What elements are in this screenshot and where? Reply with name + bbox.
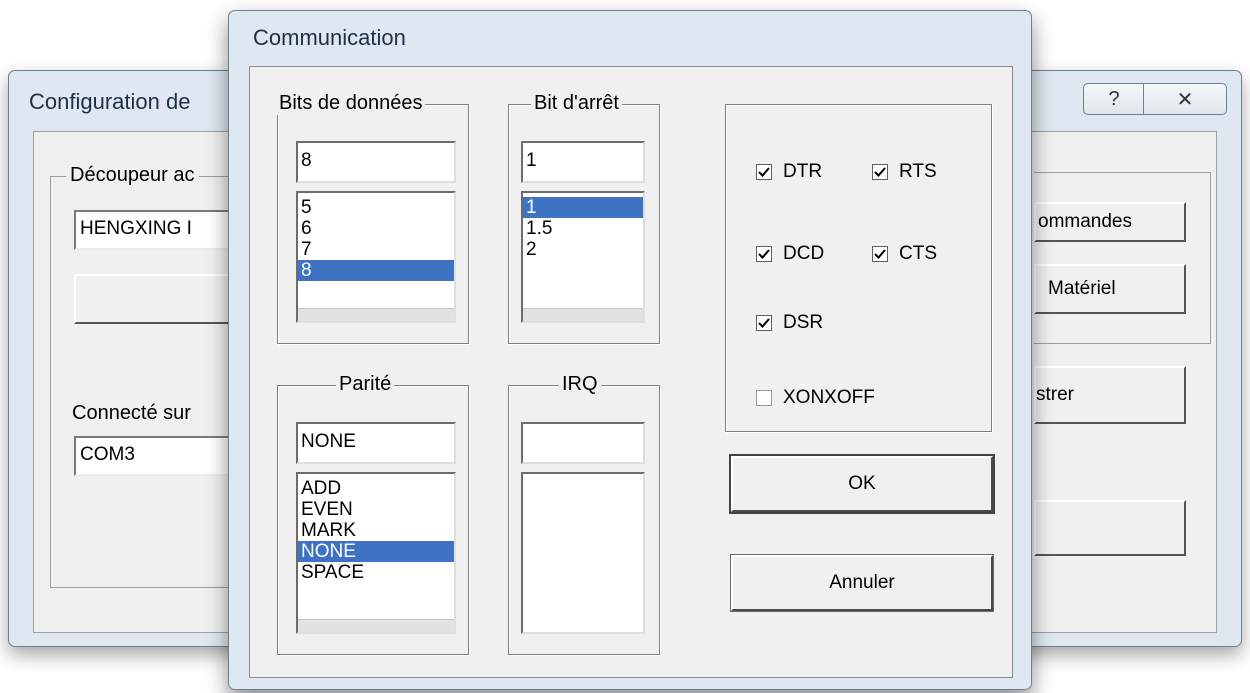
signals-group: DTR RTS DCD CTS DSR XONXOFF xyxy=(725,104,992,432)
checkbox-box xyxy=(756,390,772,406)
list-scrollbar[interactable] xyxy=(298,308,454,321)
rts-label: RTS xyxy=(899,161,937,182)
register-button-label: strer xyxy=(1036,384,1074,405)
hardware-button-label: Matériel xyxy=(1048,278,1116,299)
stop-bit-group: Bit d'arrêt 1 1 1.5 2 xyxy=(508,92,660,344)
parity-input[interactable]: NONE xyxy=(296,422,456,464)
commands-button-label: ommandes xyxy=(1038,211,1132,232)
dcd-label: DCD xyxy=(783,243,825,264)
dcd-checkbox[interactable]: DCD xyxy=(756,243,824,265)
checkbox-box xyxy=(872,246,888,262)
irq-group: IRQ xyxy=(508,373,660,655)
dsr-label: DSR xyxy=(783,312,824,333)
cancel-button[interactable]: Annuler xyxy=(730,554,994,612)
list-scrollbar[interactable] xyxy=(523,308,643,321)
dialog-client: Bits de données 8 5 6 7 8 Bit d'arrêt 1 … xyxy=(249,66,1013,678)
dsr-checkbox[interactable]: DSR xyxy=(756,312,823,334)
list-item[interactable]: EVEN xyxy=(298,499,454,520)
list-scrollbar[interactable] xyxy=(298,619,454,632)
parity-label: Parité xyxy=(336,373,395,396)
list-item[interactable]: 7 xyxy=(298,239,454,260)
checkbox-box xyxy=(872,164,888,180)
irq-list[interactable] xyxy=(521,472,645,634)
data-bits-group: Bits de données 8 5 6 7 8 xyxy=(276,92,469,344)
commands-button[interactable]: ommandes xyxy=(1034,202,1186,242)
checkbox-box xyxy=(756,164,772,180)
list-item[interactable]: SPACE xyxy=(298,562,454,583)
right-blank-button[interactable] xyxy=(1034,500,1186,556)
right-group xyxy=(1034,172,1211,344)
register-button[interactable]: strer xyxy=(1034,366,1186,424)
irq-input[interactable] xyxy=(521,422,645,464)
list-item[interactable]: ADD xyxy=(298,478,454,499)
dtr-checkbox[interactable]: DTR xyxy=(756,161,822,183)
xonxoff-checkbox[interactable]: XONXOFF xyxy=(756,387,875,409)
help-icon: ? xyxy=(1108,87,1120,110)
stop-bit-label: Bit d'arrêt xyxy=(531,92,622,115)
help-button[interactable]: ? xyxy=(1083,83,1145,115)
xonxoff-label: XONXOFF xyxy=(783,387,875,408)
list-item[interactable]: 5 xyxy=(298,197,454,218)
list-item-selected[interactable]: NONE xyxy=(298,541,454,562)
cancel-button-label: Annuler xyxy=(829,572,895,593)
background-window-title: Configuration de xyxy=(29,89,191,114)
checkbox-box xyxy=(756,315,772,331)
list-item-selected[interactable]: 8 xyxy=(298,260,454,281)
list-item[interactable]: 6 xyxy=(298,218,454,239)
data-bits-label: Bits de données xyxy=(276,92,426,115)
cutter-group-label: Découpeur ac xyxy=(66,164,199,187)
stop-bit-input[interactable]: 1 xyxy=(521,141,645,183)
rts-checkbox[interactable]: RTS xyxy=(872,161,937,183)
checkbox-box xyxy=(756,246,772,262)
connected-label: Connecté sur xyxy=(72,402,191,424)
cts-label: CTS xyxy=(899,243,937,264)
list-item[interactable]: MARK xyxy=(298,520,454,541)
close-button[interactable]: ✕ xyxy=(1143,83,1227,115)
dialog-title: Communication xyxy=(253,25,406,50)
parity-group: Parité NONE ADD EVEN MARK NONE SPACE xyxy=(277,373,469,655)
close-icon: ✕ xyxy=(1176,88,1194,111)
stop-bit-list[interactable]: 1 1.5 2 xyxy=(521,191,645,323)
communication-dialog: Communication Bits de données 8 5 6 7 8 … xyxy=(228,10,1032,690)
cts-checkbox[interactable]: CTS xyxy=(872,243,937,265)
data-bits-list[interactable]: 5 6 7 8 xyxy=(296,191,456,323)
ok-button[interactable]: OK xyxy=(729,454,995,514)
dtr-label: DTR xyxy=(783,161,823,182)
list-item[interactable]: 2 xyxy=(523,239,643,260)
irq-label: IRQ xyxy=(559,373,601,396)
parity-list[interactable]: ADD EVEN MARK NONE SPACE xyxy=(296,472,456,634)
list-item-selected[interactable]: 1 xyxy=(523,197,643,218)
hardware-button[interactable]: Matériel xyxy=(1034,264,1186,314)
ok-button-label: OK xyxy=(848,473,876,494)
list-item[interactable]: 1.5 xyxy=(523,218,643,239)
data-bits-input[interactable]: 8 xyxy=(296,141,456,183)
